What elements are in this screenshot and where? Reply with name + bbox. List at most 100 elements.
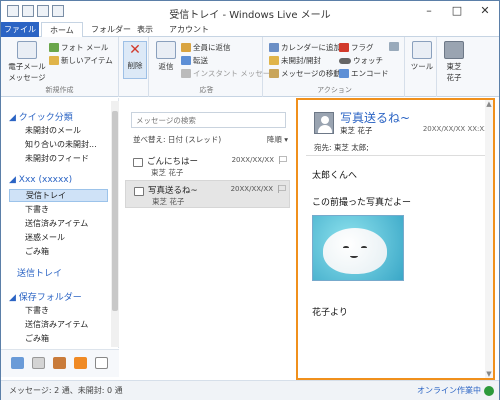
move-message-label: メッセージの移動 bbox=[281, 69, 341, 78]
new-item-button[interactable]: 新しいアイテム bbox=[49, 55, 113, 66]
app-window: 受信トレイ - Windows Live メール – □ ✕ ファイル ホーム … bbox=[0, 0, 500, 400]
quick-views-header[interactable]: ◢ クイック分類 bbox=[9, 110, 73, 123]
flag-icon bbox=[339, 43, 349, 52]
body-signature: 花子より bbox=[312, 308, 348, 318]
nav-item-junk[interactable]: 迷惑メール bbox=[25, 232, 65, 243]
forward-button[interactable]: 転送 bbox=[181, 55, 208, 66]
nav-item-storage-sent[interactable]: 送信済みアイテム bbox=[25, 319, 88, 330]
seal-image bbox=[323, 228, 387, 274]
account-label: Xxx (xxxxx) bbox=[18, 175, 73, 185]
add-calendar-label: カレンダーに追加 bbox=[281, 43, 341, 52]
ribbon-group-user: 東芝 花子 bbox=[439, 37, 469, 97]
minimize-button[interactable]: – bbox=[415, 1, 443, 21]
reading-date: 20XX/XX/XX XX:XX bbox=[422, 125, 489, 133]
reading-pane-scrollbar[interactable]: ▲ ▼ bbox=[485, 100, 493, 378]
group-label-new: 新規作成 bbox=[45, 86, 74, 94]
folder-pane: ◢ クイック分類 未開封のメール 知り合いの未開封... 未開封のフィード ◢ … bbox=[1, 98, 119, 348]
email-icon bbox=[17, 41, 37, 59]
nav-item-sent[interactable]: 送信済みアイテム bbox=[25, 218, 88, 229]
nav-item-storage-trash[interactable]: ごみ箱 bbox=[25, 333, 49, 344]
envelope-icon bbox=[133, 158, 143, 167]
scroll-up-icon[interactable]: ▲ bbox=[485, 100, 493, 108]
delete-icon: ✕ bbox=[129, 42, 141, 58]
nav-item-unread-feeds[interactable]: 未開封のフィード bbox=[25, 153, 89, 164]
new-item-icon bbox=[49, 56, 59, 65]
folder-pane-scroll-thumb[interactable] bbox=[112, 111, 118, 311]
reply-button[interactable]: 返信 bbox=[153, 41, 179, 72]
instant-message-button[interactable]: インスタント メッセージ bbox=[181, 68, 278, 79]
nav-item-storage-drafts[interactable]: 下書き bbox=[25, 305, 49, 316]
ribbon-group-actions: カレンダーに追加 未開封/開封 メッセージの移動 フラグ ウォッチ エンコード bbox=[265, 37, 405, 97]
unread-read-button[interactable]: 未開封/開封 bbox=[269, 55, 321, 66]
flag-icon[interactable] bbox=[279, 156, 287, 164]
encode-button[interactable]: エンコード bbox=[339, 68, 389, 79]
storage-header[interactable]: ◢ 保存フォルダー bbox=[9, 290, 82, 303]
new-item-label: 新しいアイテム bbox=[61, 56, 113, 65]
newsgroups-icon[interactable] bbox=[95, 357, 108, 369]
copy-button[interactable] bbox=[389, 42, 399, 51]
body-greeting: 太郎くんへ bbox=[312, 171, 358, 181]
group-label-actions: アクション bbox=[317, 86, 352, 94]
sort-order-button[interactable]: 降順 ▾ bbox=[267, 134, 288, 145]
reading-pane: 写真送るね~ 東芝 花子 20XX/XX/XX XX:XX 宛先: 東芝 太郎;… bbox=[296, 98, 495, 380]
attached-photo[interactable] bbox=[312, 215, 404, 281]
nav-item-inbox[interactable]: 受信トレイ bbox=[9, 189, 108, 202]
tab-file[interactable]: ファイル bbox=[1, 22, 39, 37]
folder-pane-scrollbar[interactable] bbox=[111, 101, 119, 347]
message-list-pane: 並べ替え: 日付 (スレッド) 降順 ▾ ごんにちはー 東芝 花子 20XX/X… bbox=[121, 98, 293, 377]
nav-item-unread-mail[interactable]: 未開封のメール bbox=[25, 125, 81, 136]
delete-button[interactable]: ✕ 削除 bbox=[123, 41, 147, 79]
nav-item-drafts[interactable]: 下書き bbox=[25, 204, 49, 215]
tab-home[interactable]: ホーム bbox=[41, 22, 83, 38]
reply-all-button[interactable]: 全員に返信 bbox=[181, 42, 231, 53]
add-calendar-button[interactable]: カレンダーに追加 bbox=[269, 42, 341, 53]
reading-sender[interactable]: 東芝 花子 bbox=[340, 125, 372, 136]
move-message-button[interactable]: メッセージの移動 bbox=[269, 68, 341, 79]
nav-item-outbox[interactable]: 送信トレイ bbox=[17, 266, 62, 279]
ribbon-tabs: ファイル ホーム フォルダー 表示 アカウント bbox=[1, 22, 499, 38]
envelope-open-icon bbox=[134, 187, 144, 196]
feeds-icon[interactable] bbox=[74, 357, 87, 369]
user-button[interactable]: 東芝 花子 bbox=[442, 41, 466, 83]
tools-button[interactable]: ツール bbox=[410, 41, 434, 72]
instant-message-icon bbox=[181, 69, 191, 78]
sort-order-label: 降順 bbox=[266, 135, 282, 144]
glasses-icon bbox=[339, 57, 351, 64]
copy-icon bbox=[389, 42, 399, 51]
reading-subject: 写真送るね~ bbox=[340, 111, 411, 125]
nav-item-unread-contacts[interactable]: 知り合いの未開封... bbox=[25, 139, 97, 150]
search-input[interactable] bbox=[131, 112, 286, 128]
watch-button[interactable]: ウォッチ bbox=[339, 55, 383, 66]
close-button[interactable]: ✕ bbox=[471, 1, 499, 21]
body-text: この前撮った写真だよー bbox=[312, 198, 412, 208]
mail-icon[interactable] bbox=[11, 357, 24, 369]
contacts-icon[interactable] bbox=[53, 357, 66, 369]
online-status[interactable]: オンライン作業中 bbox=[417, 385, 481, 396]
calendar-icon bbox=[269, 43, 279, 52]
account-header[interactable]: ◢ Xxx (xxxxx) bbox=[9, 175, 72, 185]
photo-mail-button[interactable]: フォト メール bbox=[49, 42, 108, 53]
message-row-selected[interactable]: 写真送るね~ 東芝 花子 20XX/XX/XX bbox=[125, 180, 290, 208]
ribbon: 電子メール メッセージ フォト メール 新しいアイテム 新規作成 ✕ 削除 返信… bbox=[1, 37, 499, 97]
flag-label: フラグ bbox=[351, 43, 374, 52]
flag-button[interactable]: フラグ bbox=[339, 42, 374, 53]
tab-account[interactable]: アカウント bbox=[161, 22, 217, 37]
nav-item-trash[interactable]: ごみ箱 bbox=[25, 246, 49, 257]
tab-view[interactable]: 表示 bbox=[129, 22, 161, 37]
ribbon-group-respond: 返信 全員に返信 転送 インスタント メッセージ 応答 bbox=[151, 37, 278, 97]
quick-views-label: クイック分類 bbox=[18, 113, 73, 123]
new-email-button[interactable]: 電子メール メッセージ bbox=[7, 41, 47, 83]
sort-by-button[interactable]: 並べ替え: 日付 (スレッド) bbox=[133, 135, 221, 144]
envelope-icon bbox=[269, 56, 279, 65]
scroll-down-icon[interactable]: ▼ bbox=[485, 370, 493, 378]
photo-mail-label: フォト メール bbox=[61, 43, 109, 52]
message-row[interactable]: ごんにちはー 東芝 花子 20XX/XX/XX bbox=[125, 152, 290, 180]
flag-icon[interactable] bbox=[278, 185, 286, 193]
tools-icon bbox=[412, 41, 432, 59]
maximize-button[interactable]: □ bbox=[443, 1, 471, 21]
title-bar: 受信トレイ - Windows Live メール – □ ✕ bbox=[1, 1, 499, 22]
watch-label: ウォッチ bbox=[353, 56, 383, 65]
seal-mouth bbox=[350, 254, 358, 258]
calendar-icon[interactable] bbox=[32, 357, 45, 369]
bottom-nav bbox=[1, 349, 119, 377]
